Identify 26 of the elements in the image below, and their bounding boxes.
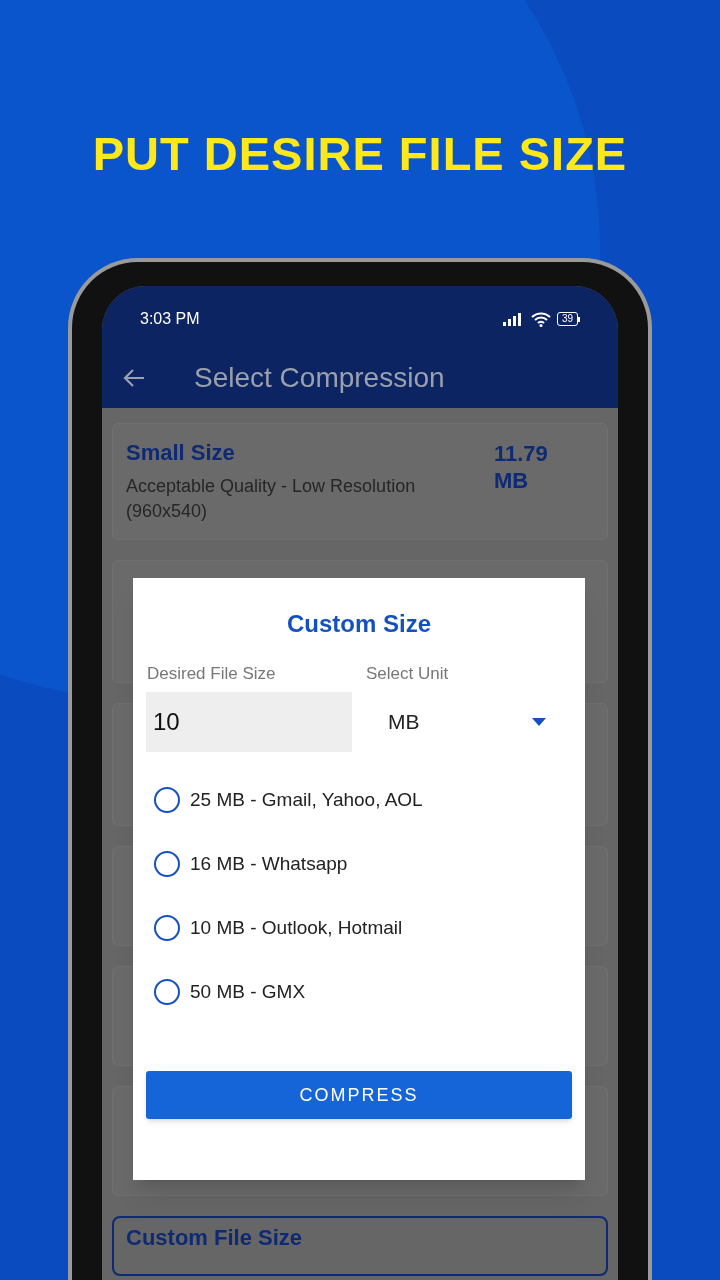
option-title: Small Size	[126, 440, 236, 466]
wifi-icon	[530, 311, 551, 327]
radio-button[interactable]	[154, 787, 180, 813]
option-description: (960x540)	[126, 500, 209, 523]
headline: PUT DESIRE FILE SIZE	[92, 126, 628, 182]
dialog-title: Custom Size	[287, 609, 431, 639]
status-time: 3:03 PM	[140, 309, 200, 329]
option-description: Acceptable Quality - Low Resolution	[126, 475, 416, 498]
radio-button[interactable]	[154, 915, 180, 941]
field-label: Select Unit	[366, 663, 450, 685]
battery-indicator: 39	[556, 312, 580, 326]
preset-option[interactable]: 50 MB - GMX	[146, 960, 572, 1024]
radio-button[interactable]	[154, 851, 180, 877]
unit-dropdown[interactable]: MB	[366, 692, 572, 752]
custom-card-title: Custom File Size	[126, 1225, 303, 1250]
option-size: 11.79 MB	[494, 440, 549, 495]
compress-button[interactable]: COMPRESS	[146, 1071, 572, 1119]
radio-button[interactable]	[154, 979, 180, 1005]
field-label: Desired File Size	[147, 663, 277, 685]
app-bar-title: Select Compression	[194, 361, 445, 395]
preset-option[interactable]: 16 MB - Whatsapp	[146, 832, 572, 896]
preset-option[interactable]: 25 MB - Gmail, Yahoo, AOL	[146, 768, 572, 832]
file-size-field[interactable]: 10	[146, 692, 352, 752]
dropdown-caret-icon	[532, 718, 546, 726]
preset-option[interactable]: 10 MB - Outlook, Hotmail	[146, 896, 572, 960]
back-arrow-icon[interactable]	[122, 368, 146, 388]
